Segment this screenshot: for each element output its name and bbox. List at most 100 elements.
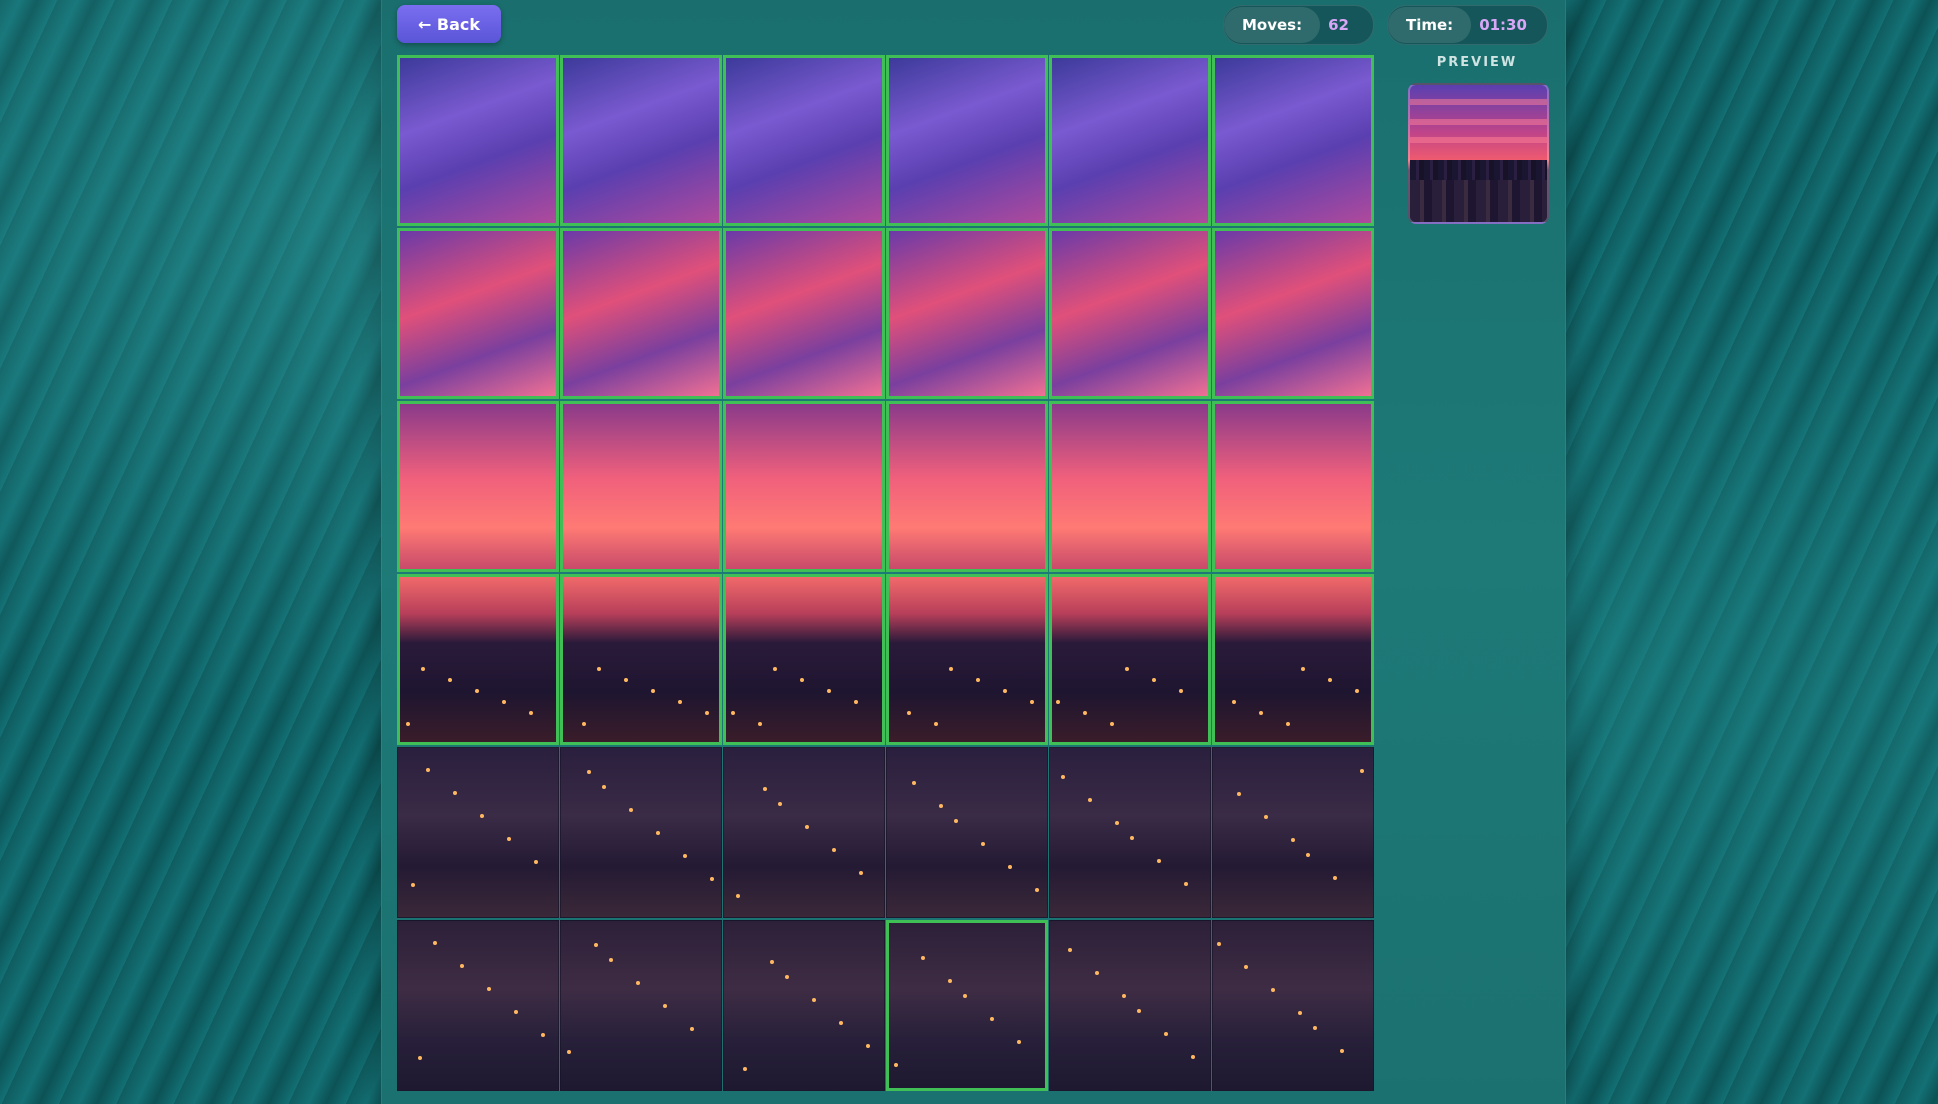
puzzle-tile[interactable]	[560, 920, 722, 1091]
puzzle-tile[interactable]	[1049, 401, 1211, 572]
window-light	[1313, 1026, 1317, 1030]
window-light	[894, 1063, 898, 1067]
window-light	[1179, 689, 1183, 693]
window-light	[636, 981, 640, 985]
puzzle-tile[interactable]	[723, 747, 885, 918]
puzzle-tile[interactable]	[560, 55, 722, 226]
puzzle-board	[397, 55, 1391, 1101]
window-light	[1095, 971, 1099, 975]
window-light	[594, 943, 598, 947]
window-light	[770, 960, 774, 964]
window-light	[529, 711, 533, 715]
puzzle-tile[interactable]	[886, 228, 1048, 399]
puzzle-tile[interactable]	[723, 574, 885, 745]
puzzle-tile[interactable]	[1212, 574, 1374, 745]
window-light	[678, 700, 682, 704]
puzzle-tile[interactable]	[1049, 747, 1211, 918]
window-light	[1340, 1049, 1344, 1053]
puzzle-tile[interactable]	[886, 401, 1048, 572]
puzzle-tile[interactable]	[1212, 747, 1374, 918]
puzzle-tile[interactable]	[397, 228, 559, 399]
window-light	[939, 804, 943, 808]
window-light	[1115, 821, 1119, 825]
puzzle-tile[interactable]	[1049, 574, 1211, 745]
window-light	[534, 860, 538, 864]
window-light	[651, 689, 655, 693]
window-light	[507, 837, 511, 841]
window-light	[1083, 711, 1087, 715]
window-light	[1298, 1011, 1302, 1015]
window-light	[1184, 882, 1188, 886]
puzzle-tile[interactable]	[886, 55, 1048, 226]
puzzle-tile[interactable]	[1212, 920, 1374, 1091]
puzzle-tile[interactable]	[1212, 401, 1374, 572]
puzzle-tile[interactable]	[397, 574, 559, 745]
puzzle-tile[interactable]	[397, 401, 559, 572]
window-light	[1030, 700, 1034, 704]
window-light	[1068, 948, 1072, 952]
window-light	[418, 1056, 422, 1060]
puzzle-tile[interactable]	[1212, 55, 1374, 226]
puzzle-tile[interactable]	[397, 747, 559, 918]
window-light	[541, 1033, 545, 1037]
window-light	[921, 956, 925, 960]
puzzle-tile[interactable]	[397, 55, 559, 226]
puzzle-tile[interactable]	[560, 747, 722, 918]
moves-counter: Moves: 62	[1223, 5, 1374, 45]
window-light	[949, 667, 953, 671]
window-light	[1259, 711, 1263, 715]
puzzle-tile[interactable]	[560, 574, 722, 745]
window-light	[758, 722, 762, 726]
window-light	[854, 700, 858, 704]
puzzle-tile[interactable]	[1049, 228, 1211, 399]
puzzle-tile[interactable]	[886, 574, 1048, 745]
puzzle-tile[interactable]	[723, 55, 885, 226]
puzzle-tile[interactable]	[560, 401, 722, 572]
window-light	[1125, 667, 1129, 671]
puzzle-tile[interactable]	[1049, 55, 1211, 226]
window-light	[1328, 678, 1332, 682]
window-light	[907, 711, 911, 715]
puzzle-tile[interactable]	[397, 920, 559, 1091]
window-light	[1003, 689, 1007, 693]
window-light	[859, 871, 863, 875]
window-light	[731, 711, 735, 715]
window-light	[1286, 722, 1290, 726]
window-light	[433, 941, 437, 945]
puzzle-tile[interactable]	[886, 747, 1048, 918]
window-light	[502, 700, 506, 704]
window-light	[976, 678, 980, 682]
time-label: Time:	[1388, 7, 1472, 43]
window-light	[1191, 1055, 1195, 1059]
window-light	[948, 979, 952, 983]
back-button[interactable]: ← Back	[397, 5, 501, 43]
window-light	[866, 1044, 870, 1048]
window-light	[683, 854, 687, 858]
window-light	[805, 825, 809, 829]
puzzle-tile[interactable]	[723, 401, 885, 572]
window-light	[426, 768, 430, 772]
window-light	[785, 975, 789, 979]
window-light	[827, 689, 831, 693]
window-light	[1291, 838, 1295, 842]
window-light	[453, 791, 457, 795]
window-light	[411, 883, 415, 887]
window-light	[1017, 1040, 1021, 1044]
preview-image	[1408, 83, 1549, 224]
window-light	[690, 1027, 694, 1031]
window-light	[602, 785, 606, 789]
puzzle-tile[interactable]	[886, 920, 1048, 1091]
window-light	[990, 1017, 994, 1021]
puzzle-tile[interactable]	[1049, 920, 1211, 1091]
puzzle-tile[interactable]	[723, 920, 885, 1091]
back-label: ← Back	[417, 14, 481, 34]
puzzle-tile[interactable]	[723, 228, 885, 399]
moves-label: Moves:	[1224, 7, 1321, 43]
window-light	[1306, 853, 1310, 857]
window-light	[487, 987, 491, 991]
puzzle-tile[interactable]	[560, 228, 722, 399]
window-light	[1061, 775, 1065, 779]
puzzle-tile[interactable]	[1212, 228, 1374, 399]
window-light	[1355, 689, 1359, 693]
window-light	[582, 722, 586, 726]
